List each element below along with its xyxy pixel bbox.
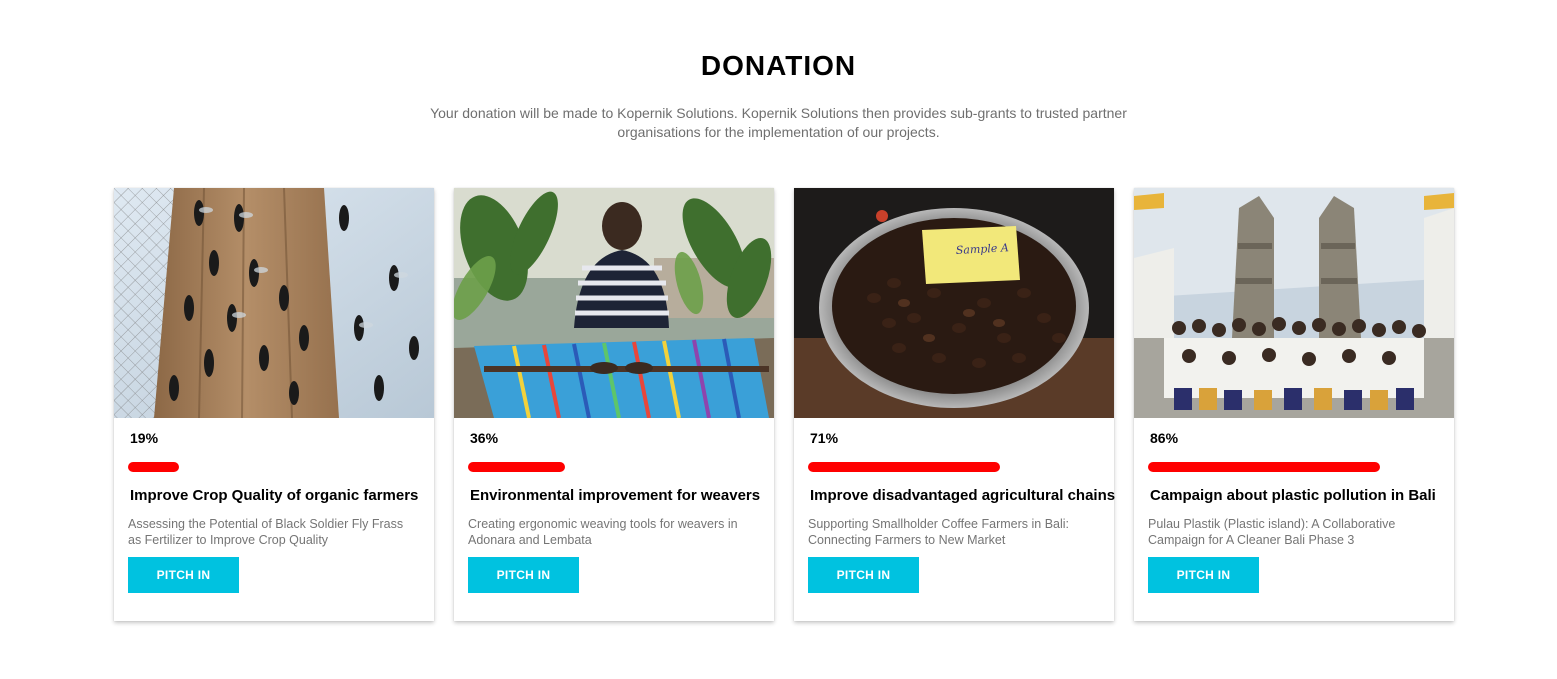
project-card: 36% Environmental improvement for weaver…	[454, 188, 774, 621]
project-title[interactable]: Improve disadvantaged agricultural chain…	[810, 487, 1115, 504]
project-description: Creating ergonomic weaving tools for wea…	[468, 517, 738, 547]
project-cards: 19% Improve Crop Quality of organic farm…	[114, 188, 1454, 622]
progress-fill	[468, 462, 565, 472]
progress-bar	[808, 462, 1078, 472]
flies-illustration	[114, 188, 434, 418]
project-photo-temple-group[interactable]	[1134, 188, 1454, 418]
project-description: Pulau Plastik (Plastic island): A Collab…	[1148, 517, 1396, 547]
page-title: DONATION	[700, 50, 857, 81]
pitch-in-button[interactable]: PITCH IN	[808, 557, 919, 593]
progress-percent: 36%	[470, 430, 499, 446]
sample-note: Sample A	[955, 241, 1009, 257]
project-card: 19% Improve Crop Quality of organic farm…	[114, 188, 434, 621]
project-photo-coffee[interactable]: Sample A	[794, 188, 1114, 418]
temple-group-illustration	[1134, 188, 1454, 418]
progress-percent: 19%	[130, 430, 159, 446]
project-title[interactable]: Campaign about plastic pollution in Bali	[1150, 487, 1454, 504]
progress-percent: 71%	[810, 430, 839, 446]
project-card: 86% Campaign about plastic pollution in …	[1134, 188, 1454, 621]
progress-fill	[1148, 462, 1380, 472]
project-description: Assessing the Potential of Black Soldier…	[128, 517, 404, 547]
project-description: Supporting Smallholder Coffee Farmers in…	[808, 517, 1070, 547]
progress-percent: 86%	[1150, 430, 1179, 446]
progress-fill	[128, 462, 179, 472]
progress-fill	[808, 462, 1000, 472]
project-title[interactable]: Improve Crop Quality of organic farmers	[130, 487, 434, 504]
progress-bar	[468, 462, 738, 472]
coffee-illustration: Sample A	[794, 188, 1114, 418]
project-card: Sample A 71% Improve disadvantaged agric…	[794, 188, 1115, 621]
project-photo-weaver[interactable]	[454, 188, 774, 418]
project-photo-flies[interactable]	[114, 188, 434, 418]
intro-text: Your donation will be made to Kopernik S…	[430, 105, 1127, 140]
progress-bar	[128, 462, 398, 472]
pitch-in-button[interactable]: PITCH IN	[1148, 557, 1259, 593]
progress-bar	[1148, 462, 1418, 472]
project-title[interactable]: Environmental improvement for weavers	[470, 487, 774, 504]
pitch-in-button[interactable]: PITCH IN	[128, 557, 239, 593]
weaver-illustration	[454, 188, 774, 418]
pitch-in-button[interactable]: PITCH IN	[468, 557, 579, 593]
